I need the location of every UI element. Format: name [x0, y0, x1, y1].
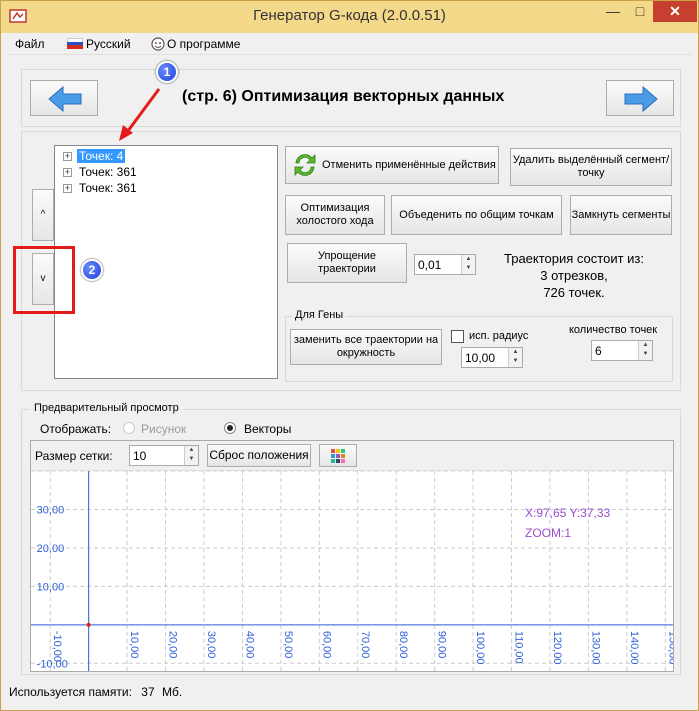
- radius-value: 10,00: [465, 351, 496, 365]
- point-count-value: 6: [595, 344, 602, 358]
- x-tick-label: 90,00: [436, 631, 448, 659]
- preview-toolbar: Размер сетки: 10 ▲ ▼ Сброс положения: [31, 441, 673, 471]
- x-tick-label: 80,00: [397, 631, 409, 659]
- optimization-panel: ^ v + Точек: 4 + Точек: 361 + Точек: 361…: [21, 131, 681, 391]
- trajectory-info: Траектория состоит из: 3 отрезков, 726 т…: [494, 250, 654, 301]
- info-line-2: 3 отрезков,: [540, 268, 608, 283]
- x-tick-label: 20,00: [167, 631, 179, 659]
- expand-icon[interactable]: +: [63, 152, 72, 161]
- arrow-right-icon: [624, 85, 658, 113]
- y-tick-label: 20,00: [37, 543, 65, 555]
- move-up-button[interactable]: ^: [32, 189, 54, 241]
- display-label: Отображать:: [40, 422, 112, 436]
- menu-language[interactable]: Русский: [86, 37, 131, 51]
- tree-item-label: Точек: 4: [77, 149, 126, 163]
- x-tick-label: 60,00: [320, 631, 332, 659]
- reset-position-button[interactable]: Сброс положения: [207, 444, 311, 467]
- info-line-3: 726 точек.: [543, 285, 605, 300]
- undo-button[interactable]: Отменить применённые действия: [285, 146, 499, 184]
- x-tick-label: 150,00: [666, 631, 673, 665]
- preview-title: Предварительный просмотр: [30, 402, 183, 414]
- russia-flag-icon: [67, 38, 83, 49]
- about-icon: [151, 37, 165, 51]
- grid-size-input[interactable]: 10 ▲ ▼: [129, 445, 199, 466]
- data-point: [86, 622, 91, 627]
- x-tick-label: 40,00: [243, 631, 255, 659]
- x-tick-label: 50,00: [282, 631, 294, 659]
- x-tick-label: 130,00: [589, 631, 601, 665]
- merge-points-button[interactable]: Объеденить по общим точкам: [391, 195, 562, 235]
- next-step-button[interactable]: [606, 80, 674, 116]
- menu-about[interactable]: О программе: [167, 37, 240, 51]
- memory-label: Используется памяти:: [9, 685, 132, 699]
- replace-with-circles-button[interactable]: заменить все траектории на окружность: [290, 329, 442, 365]
- tree-item-label: Точек: 361: [79, 181, 137, 195]
- x-tick-label: 110,00: [513, 631, 525, 664]
- preview-panel: Предварительный просмотр Отображать: Рис…: [21, 402, 681, 675]
- preview-canvas-area: Размер сетки: 10 ▲ ▼ Сброс положения -10,…: [30, 440, 674, 672]
- refresh-icon: [294, 154, 316, 176]
- status-bar: Используется памяти: 37 Мб.: [9, 685, 182, 699]
- spin-arrows-icon[interactable]: ▲ ▼: [638, 341, 652, 360]
- point-count-input[interactable]: 6 ▲ ▼: [591, 340, 653, 361]
- use-radius-label: исп. радиус: [469, 330, 529, 342]
- memory-unit: Мб.: [162, 685, 183, 699]
- point-count-label: количество точек: [569, 324, 658, 336]
- radius-input[interactable]: 10,00 ▲ ▼: [461, 347, 523, 368]
- grid-size-value: 10: [133, 449, 147, 463]
- preview-plot[interactable]: -10,00 10,00 20,00 30,00 40,00 50,00 60,00 70,0…: [31, 471, 673, 671]
- close-button[interactable]: ✕: [653, 1, 697, 22]
- expand-icon[interactable]: +: [63, 184, 72, 193]
- simplify-button[interactable]: Упрощение траектории: [287, 243, 407, 283]
- annotation-arrow-icon: [119, 88, 161, 141]
- memory-value: 37: [141, 685, 155, 699]
- x-tick-label: 140,00: [628, 631, 640, 665]
- vectors-label[interactable]: Векторы: [244, 422, 291, 436]
- x-tick-label: 100,00: [474, 631, 486, 665]
- undo-button-label: Отменить применённые действия: [322, 158, 496, 171]
- color-palette-button[interactable]: [319, 444, 357, 467]
- title-bar: Генератор G-кода (2.0.0.51) — □ ✕: [1, 1, 698, 33]
- spin-arrows-icon[interactable]: ▲ ▼: [461, 255, 475, 274]
- zoom-level: ZOOM:1: [525, 526, 571, 540]
- delete-segment-button[interactable]: Удалить выделённый сегмент/точку: [510, 148, 672, 186]
- step-title: (стр. 6) Оптимизация векторных данных: [182, 88, 505, 105]
- menu-bar: Файл Русский О программе: [9, 33, 692, 55]
- raster-label: Рисунок: [141, 422, 187, 436]
- palette-icon: [331, 448, 345, 463]
- spin-arrows-icon[interactable]: ▲ ▼: [184, 446, 198, 465]
- y-tick-label: 10,00: [37, 581, 65, 593]
- x-tick-label: 120,00: [551, 631, 563, 665]
- annotation-badge-2: 2: [81, 259, 103, 281]
- x-tick-label: 70,00: [359, 631, 371, 659]
- x-tick-label: 30,00: [205, 631, 217, 659]
- maximize-button[interactable]: □: [627, 1, 653, 22]
- annotation-badge-1: 1: [156, 61, 178, 83]
- minimize-button[interactable]: —: [599, 1, 627, 22]
- x-tick-label: 10,00: [128, 631, 140, 659]
- simplify-tolerance-value: 0,01: [418, 258, 442, 272]
- y-tick-label: -10,00: [37, 658, 68, 670]
- expand-icon[interactable]: +: [63, 168, 72, 177]
- vectors-radio[interactable]: [224, 422, 236, 434]
- spin-arrows-icon[interactable]: ▲ ▼: [508, 348, 522, 367]
- raster-radio: [123, 422, 135, 434]
- arrow-left-icon: [48, 85, 82, 113]
- annotation-highlight-box: [13, 246, 75, 314]
- window-title: Генератор G-кода (2.0.0.51): [253, 7, 446, 24]
- use-radius-checkbox[interactable]: [451, 330, 464, 343]
- menu-file[interactable]: Файл: [15, 37, 45, 51]
- gena-group: Для Гены заменить все траектории на окру…: [285, 309, 673, 382]
- cursor-coordinates: X:97,65 Y:37,33: [525, 506, 611, 520]
- gena-group-title: Для Гены: [292, 309, 347, 321]
- tree-item-label: Точек: 361: [79, 165, 137, 179]
- simplify-tolerance-input[interactable]: 0,01 ▲ ▼: [414, 254, 476, 275]
- prev-step-button[interactable]: [30, 80, 98, 116]
- close-segments-button[interactable]: Замкнуть сегменты: [570, 195, 672, 235]
- info-line-1: Траектория состоит из:: [504, 251, 644, 266]
- app-window: Генератор G-кода (2.0.0.51) — □ ✕ Файл Р…: [0, 0, 699, 711]
- grid-size-label: Размер сетки:: [35, 449, 113, 463]
- optimize-idle-button[interactable]: Оптимизация холостого хода: [285, 195, 385, 235]
- y-tick-label: 30,00: [37, 504, 65, 516]
